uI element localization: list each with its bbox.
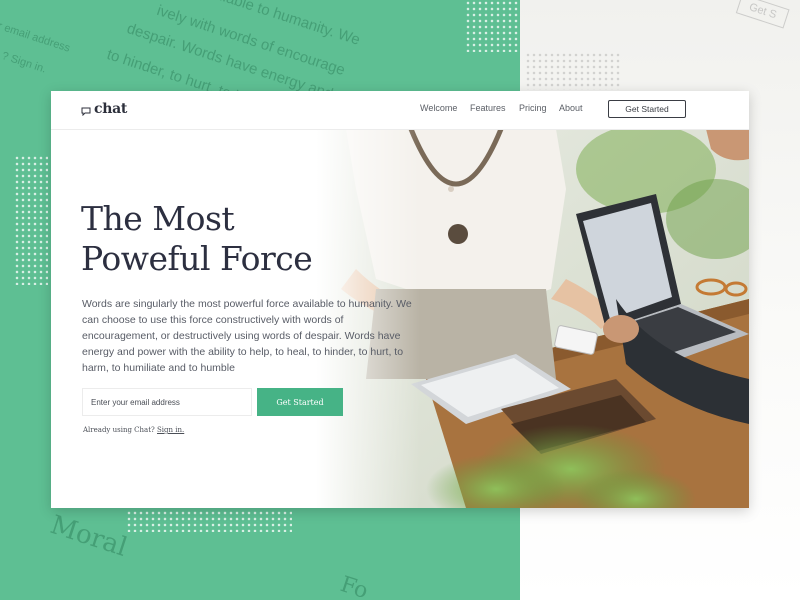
hero-description: Words are singularly the most powerful f… xyxy=(82,298,412,374)
chat-bubble-icon xyxy=(81,107,91,116)
get-started-button[interactable]: Get Started xyxy=(257,388,343,416)
nav-link-features[interactable]: Features xyxy=(470,103,506,113)
signin-prompt: Already using Chat? Sign in. xyxy=(83,426,184,434)
nav-link-welcome[interactable]: Welcome xyxy=(420,103,457,113)
logo-text: chat xyxy=(94,101,128,117)
logo[interactable]: chat xyxy=(81,101,127,117)
dot-pattern-top-right xyxy=(525,52,620,90)
signin-prompt-text: Already using Chat? xyxy=(83,426,155,434)
dot-pattern-top xyxy=(465,0,520,52)
nav-link-about[interactable]: About xyxy=(559,103,583,113)
dot-pattern-left xyxy=(14,155,48,285)
hero-title-line-2: Poweful Force xyxy=(81,239,313,278)
nav-get-started-button[interactable]: Get Started xyxy=(608,100,686,118)
landing-page-card: chat Welcome Features Pricing About Get … xyxy=(51,91,749,508)
top-navbar: chat Welcome Features Pricing About Get … xyxy=(51,91,749,130)
email-input[interactable] xyxy=(82,388,252,416)
signin-link[interactable]: Sign in. xyxy=(157,426,184,434)
hero-title-line-1: The Most xyxy=(81,199,235,238)
nav-link-pricing[interactable]: Pricing xyxy=(519,103,547,113)
dot-pattern-bottom xyxy=(126,510,292,532)
hero-title: The Most Poweful Force xyxy=(81,199,351,279)
